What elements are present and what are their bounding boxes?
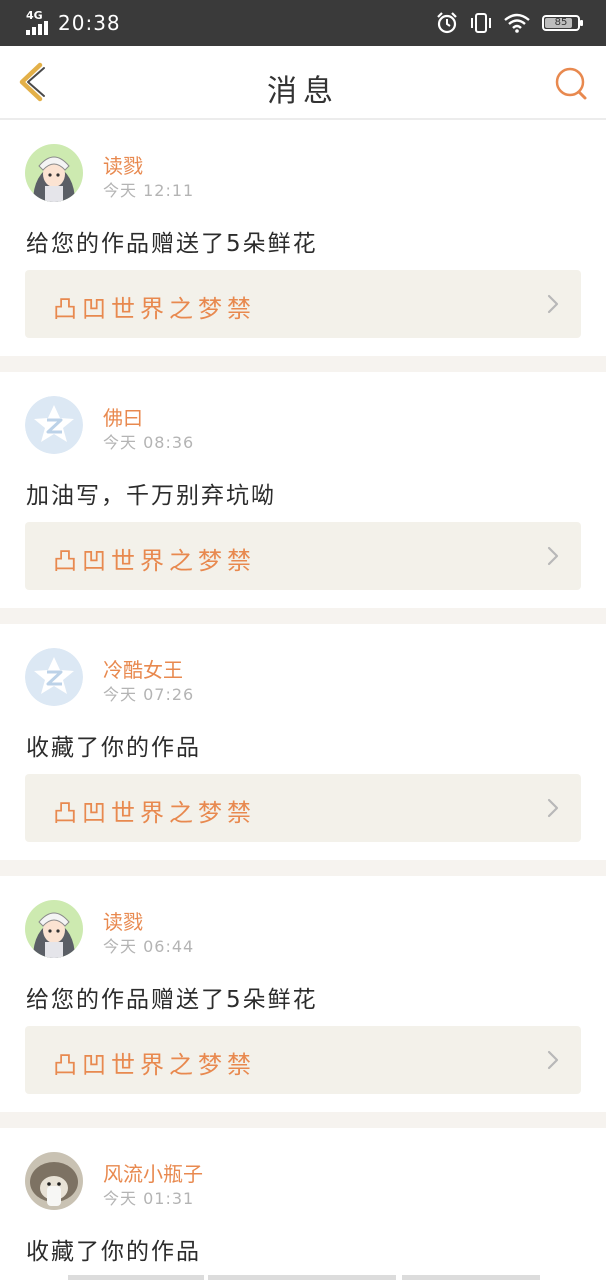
signal-icon: 4G bbox=[26, 9, 52, 35]
work-title: 凸凹世界之梦禁 bbox=[53, 1051, 256, 1079]
status-bar: 4G 20:38 85 bbox=[0, 0, 606, 46]
work-title: 凸凹世界之梦禁 bbox=[53, 547, 256, 575]
hedgehog-photo-avatar-icon bbox=[25, 1152, 83, 1210]
message-text: 给您的作品赠送了5朵鲜花 bbox=[26, 231, 318, 257]
message-text: 加油写，千万别弃坑呦 bbox=[26, 483, 276, 509]
avatar[interactable] bbox=[25, 144, 83, 202]
work-link[interactable]: 凸凹世界之梦禁 bbox=[25, 1026, 581, 1094]
avatar[interactable] bbox=[25, 900, 83, 958]
message-text: 给您的作品赠送了5朵鲜花 bbox=[26, 987, 318, 1013]
search-icon[interactable] bbox=[552, 64, 592, 104]
default-z-avatar-icon bbox=[25, 396, 83, 454]
default-z-avatar-icon bbox=[25, 648, 83, 706]
message-time: 今天 06:44 bbox=[103, 937, 195, 956]
work-link[interactable]: 凸凹世界之梦禁 bbox=[25, 270, 581, 338]
message-card[interactable]: 佛曰今天 08:36 加油写，千万别弃坑呦凸凹世界之梦禁 bbox=[0, 372, 606, 608]
anime-girl-avatar-icon bbox=[25, 900, 83, 958]
chevron-right-icon bbox=[547, 546, 559, 566]
page-title: 消息 bbox=[267, 74, 339, 109]
message-text: 收藏了你的作品 bbox=[26, 735, 201, 761]
message-card[interactable]: 风流小瓶子今天 01:31 收藏了你的作品 bbox=[0, 1128, 606, 1288]
message-time: 今天 12:11 bbox=[103, 181, 195, 200]
message-time: 今天 08:36 bbox=[103, 433, 195, 452]
chevron-right-icon bbox=[547, 1050, 559, 1070]
work-title: 凸凹世界之梦禁 bbox=[53, 295, 256, 323]
username[interactable]: 冷酷女王 bbox=[103, 654, 183, 683]
message-time: 今天 01:31 bbox=[103, 1189, 195, 1208]
status-time: 20:38 bbox=[58, 11, 121, 35]
work-title: 凸凹世界之梦禁 bbox=[53, 799, 256, 827]
vibrate-icon bbox=[471, 13, 491, 33]
wifi-icon bbox=[504, 13, 530, 33]
username[interactable]: 风流小瓶子 bbox=[103, 1158, 203, 1187]
alarm-icon bbox=[437, 12, 457, 34]
avatar[interactable] bbox=[25, 1152, 83, 1210]
message-card[interactable]: 冷酷女王今天 07:26 收藏了你的作品凸凹世界之梦禁 bbox=[0, 624, 606, 860]
message-time: 今天 07:26 bbox=[103, 685, 195, 704]
message-card[interactable]: 读戮今天 06:44 给您的作品赠送了5朵鲜花凸凹世界之梦禁 bbox=[0, 876, 606, 1112]
work-link[interactable]: 凸凹世界之梦禁 bbox=[25, 774, 581, 842]
username[interactable]: 读戮 bbox=[103, 150, 143, 179]
message-card[interactable]: 读戮今天 12:11 给您的作品赠送了5朵鲜花凸凹世界之梦禁 bbox=[0, 120, 606, 356]
avatar[interactable] bbox=[25, 396, 83, 454]
username[interactable]: 佛曰 bbox=[103, 402, 143, 431]
message-text: 收藏了你的作品 bbox=[26, 1239, 201, 1265]
battery-icon: 85 bbox=[542, 15, 583, 31]
bottom-strip bbox=[0, 1272, 606, 1280]
chevron-right-icon bbox=[547, 798, 559, 818]
nav-bar: 消息 bbox=[0, 46, 606, 120]
battery-percent: 85 bbox=[554, 17, 568, 28]
anime-girl-avatar-icon bbox=[25, 144, 83, 202]
avatar[interactable] bbox=[25, 648, 83, 706]
chevron-right-icon bbox=[547, 294, 559, 314]
username[interactable]: 读戮 bbox=[103, 906, 143, 935]
work-link[interactable]: 凸凹世界之梦禁 bbox=[25, 522, 581, 590]
